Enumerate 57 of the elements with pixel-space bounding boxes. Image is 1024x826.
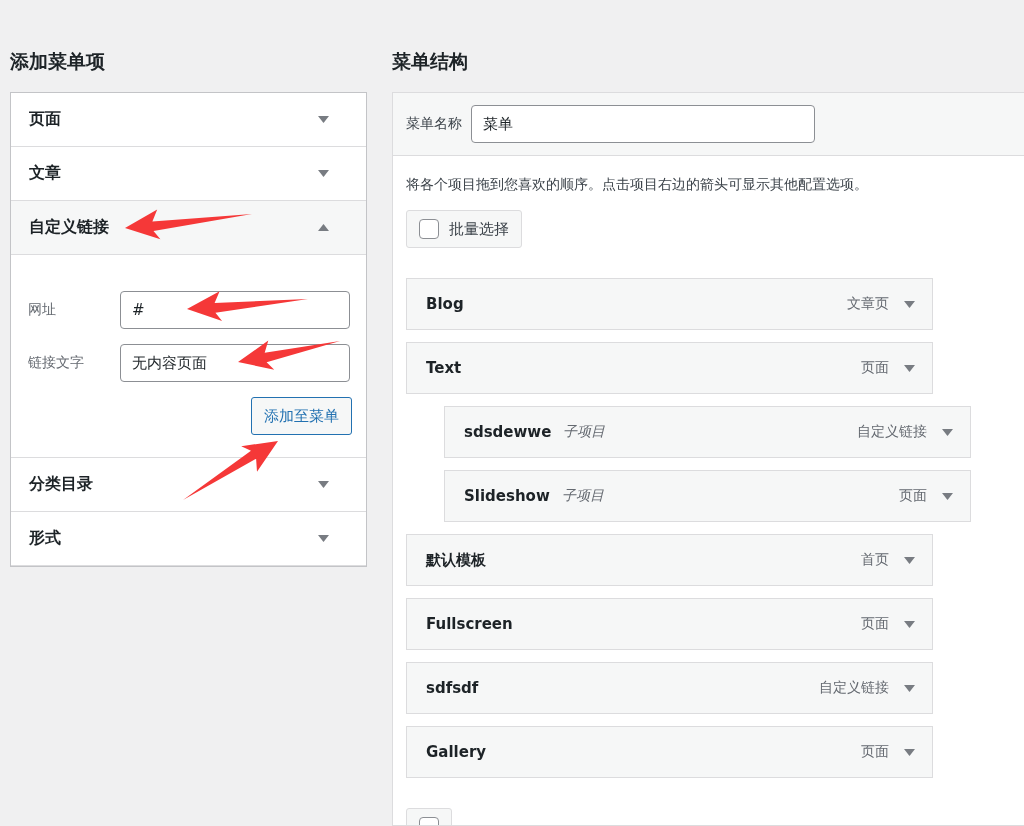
caret-icon[interactable]: [904, 748, 915, 756]
menu-item-title: 默认模板: [426, 550, 486, 570]
menu-item-title: Gallery: [426, 743, 487, 761]
menu-item-title: Blog: [426, 295, 464, 313]
section-heading: 添加菜单项: [10, 49, 106, 74]
bulk-select-button[interactable]: 批量选择: [406, 210, 522, 248]
checkbox[interactable]: [419, 219, 439, 239]
menu-item[interactable]: sdfsdf 自定义链接: [406, 662, 933, 714]
accordion-title: 形式: [29, 528, 61, 549]
menu-item-type: 自定义链接: [857, 423, 927, 441]
accordion-title: 文章: [29, 163, 61, 184]
menu-item-type: 首页: [861, 551, 889, 569]
accordion-title: 分类目录: [29, 474, 93, 495]
input-field[interactable]: #: [120, 291, 350, 329]
caret-icon[interactable]: [318, 224, 329, 231]
sub-item-label: 子项目: [561, 487, 604, 505]
caret-icon[interactable]: [904, 364, 915, 372]
accordion-title: 页面: [29, 109, 61, 130]
caret-icon[interactable]: [942, 492, 953, 500]
add-to-menu-button[interactable]: 添加至菜单: [251, 397, 352, 435]
menu-item-title: Text: [426, 359, 462, 377]
menu-item-type: 页面: [861, 615, 889, 633]
accordion-title: 自定义链接: [29, 217, 109, 238]
menu-item[interactable]: 默认模板 首页: [406, 534, 933, 586]
caret-icon[interactable]: [318, 535, 329, 542]
menu-item[interactable]: Fullscreen 页面: [406, 598, 933, 650]
caret-icon[interactable]: [318, 116, 329, 123]
menu-item[interactable]: sdsdewwe 子项目 自定义链接: [444, 406, 971, 458]
menu-item[interactable]: Gallery 页面: [406, 726, 933, 778]
field-label: 链接文字: [28, 354, 85, 372]
instruction-text: 将各个项目拖到您喜欢的顺序。点击项目右边的箭头可显示其他配置选项。: [406, 176, 869, 194]
menu-item[interactable]: Blog 文章页: [406, 278, 933, 330]
menu-item[interactable]: Slideshow 子项目 页面: [444, 470, 971, 522]
sub-item-label: 子项目: [563, 423, 606, 441]
field-label: 菜单名称: [406, 115, 462, 133]
menu-item-type: 自定义链接: [819, 679, 889, 697]
caret-icon[interactable]: [318, 481, 329, 488]
input-field[interactable]: 无内容页面: [120, 344, 350, 382]
field-label: 网址: [28, 301, 57, 319]
caret-icon[interactable]: [904, 620, 915, 628]
menu-item[interactable]: Text 页面: [406, 342, 933, 394]
menu-item-title: sdsdewwe: [464, 423, 552, 441]
caret-icon[interactable]: [904, 300, 915, 308]
menu-item-title: Fullscreen: [426, 615, 513, 633]
menu-item-title: sdfsdf: [426, 679, 479, 697]
menu-item-type: 页面: [899, 487, 927, 505]
caret-icon[interactable]: [318, 170, 329, 177]
menu-item-title: Slideshow: [464, 487, 550, 505]
menu-item-type: 页面: [861, 359, 889, 377]
caret-icon[interactable]: [942, 428, 953, 436]
section-heading: 菜单结构: [392, 49, 469, 74]
menu-item-type: 页面: [861, 743, 889, 761]
menu-item-type: 文章页: [847, 295, 889, 313]
accordion-header[interactable]: 自定义链接: [11, 201, 366, 255]
caret-icon[interactable]: [904, 556, 915, 564]
caret-icon[interactable]: [904, 684, 915, 692]
menu-name-field[interactable]: 菜单: [471, 105, 815, 143]
